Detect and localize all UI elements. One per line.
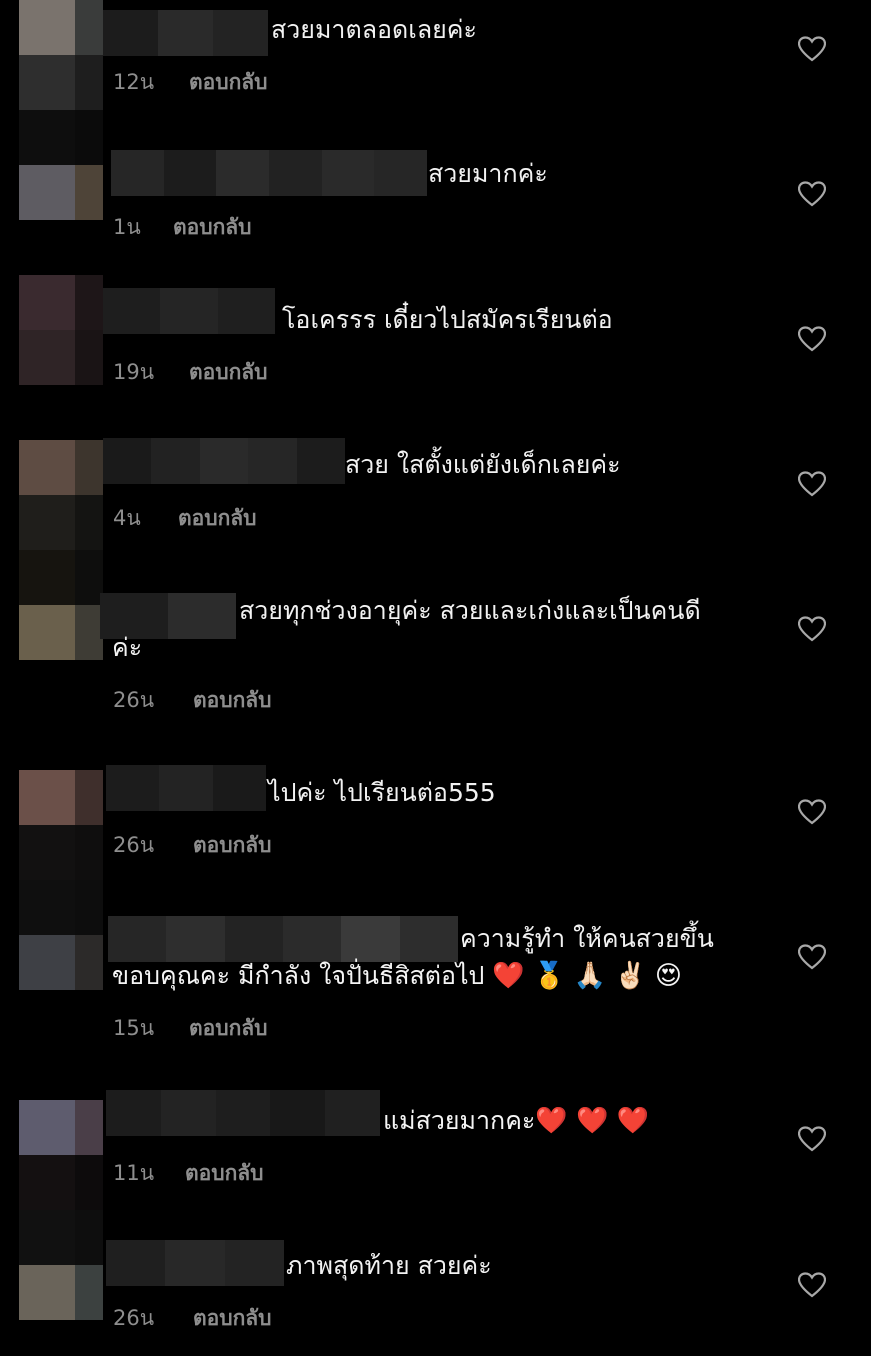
comment-text: โอเครรร เดี๋ยวไปสมัครเรียนต่อ: [282, 305, 613, 334]
comment-text-line2: ขอบคุณคะ มีกำลัง ใจปั่นธีสิสต่อไป: [112, 961, 485, 990]
username-redacted[interactable]: [103, 438, 346, 484]
username-redacted[interactable]: [111, 150, 428, 196]
reply-button[interactable]: ตอบกลับ: [178, 502, 257, 535]
avatar[interactable]: [19, 880, 103, 990]
heart-icon[interactable]: [798, 471, 826, 497]
reply-button[interactable]: ตอบกลับ: [193, 829, 272, 862]
reply-button[interactable]: ตอบกลับ: [189, 66, 268, 99]
comment-text-line2-row: ขอบคุณคะ มีกำลัง ใจปั่นธีสิสต่อไป ❤️ 🥇 🙏…: [112, 958, 682, 994]
avatar[interactable]: [19, 1100, 103, 1210]
reply-button[interactable]: ตอบกลับ: [173, 211, 252, 244]
comment-text: แม่สวยมากคะ: [383, 1106, 536, 1135]
avatar[interactable]: [19, 770, 103, 880]
comment-meta: 15น ตอบกลับ: [113, 1012, 268, 1045]
heart-icon[interactable]: [798, 36, 826, 62]
heart-icon[interactable]: [798, 326, 826, 352]
comment-time: 26น: [113, 688, 155, 712]
comment-text-line1: สวยทุกช่วงอายุค่ะ สวยและเก่งและเป็นคนดี: [239, 596, 701, 625]
emoji-sequence: ❤️ ❤️ ❤️: [535, 1106, 649, 1136]
comment-meta: 4น ตอบกลับ: [113, 502, 257, 535]
comment-text: สวยมากค่ะ: [428, 159, 548, 188]
username-redacted[interactable]: [108, 916, 458, 962]
comment-meta: 26น ตอบกลับ: [113, 1302, 272, 1335]
comment-text-row: แม่สวยมากคะ❤️ ❤️ ❤️: [383, 1103, 649, 1139]
avatar[interactable]: [19, 110, 103, 220]
comment-meta: 26น ตอบกลับ: [113, 684, 272, 717]
reply-button[interactable]: ตอบกลับ: [193, 1302, 272, 1335]
username-redacted[interactable]: [103, 10, 268, 56]
heart-icon[interactable]: [798, 944, 826, 970]
reply-button[interactable]: ตอบกลับ: [189, 1012, 268, 1045]
avatar[interactable]: [19, 550, 103, 660]
comment-time: 11น: [113, 1161, 155, 1185]
comment-time: 26น: [113, 1306, 155, 1330]
username-redacted[interactable]: [106, 1090, 380, 1136]
emoji-sequence: ❤️ 🥇 🙏🏻 ✌🏻 😍: [492, 961, 683, 991]
avatar[interactable]: [19, 275, 103, 385]
comment-meta: 12น ตอบกลับ: [113, 66, 268, 99]
avatar[interactable]: [19, 0, 103, 110]
reply-button[interactable]: ตอบกลับ: [185, 1157, 264, 1190]
heart-icon[interactable]: [798, 1126, 826, 1152]
comment-time: 1น: [113, 215, 141, 239]
heart-icon[interactable]: [798, 181, 826, 207]
username-redacted[interactable]: [103, 288, 275, 334]
avatar[interactable]: [19, 440, 103, 550]
comment-text-line1: ความรู้ทำ ให้คนสวยขึ้น: [460, 924, 714, 953]
comment-text: สวยมาตลอดเลยค่ะ: [271, 15, 477, 44]
comment-text: ภาพสุดท้าย สวยค่ะ: [286, 1251, 492, 1280]
reply-button[interactable]: ตอบกลับ: [189, 356, 268, 389]
username-redacted[interactable]: [106, 1240, 284, 1286]
comment-meta: 19น ตอบกลับ: [113, 356, 268, 389]
heart-icon[interactable]: [798, 616, 826, 642]
comment-time: 4น: [113, 506, 141, 530]
heart-icon[interactable]: [798, 1272, 826, 1298]
comment-time: 15น: [113, 1016, 155, 1040]
comment-time: 26น: [113, 833, 155, 857]
comment-time: 12น: [113, 70, 155, 94]
heart-icon[interactable]: [798, 799, 826, 825]
comment-time: 19น: [113, 360, 155, 384]
comment-meta: 26น ตอบกลับ: [113, 829, 272, 862]
comment-text: สวย ใสตั้งแต่ยังเด็กเลยค่ะ: [345, 450, 621, 479]
comment-meta: 11น ตอบกลับ: [113, 1157, 264, 1190]
avatar[interactable]: [19, 1210, 103, 1320]
reply-button[interactable]: ตอบกลับ: [193, 684, 272, 717]
comment-text-line2: ค่ะ: [112, 633, 143, 662]
comment-text: ไปค่ะ ไปเรียนต่อ555: [268, 778, 496, 807]
comment-meta: 1น ตอบกลับ: [113, 211, 252, 244]
username-redacted[interactable]: [106, 765, 266, 811]
